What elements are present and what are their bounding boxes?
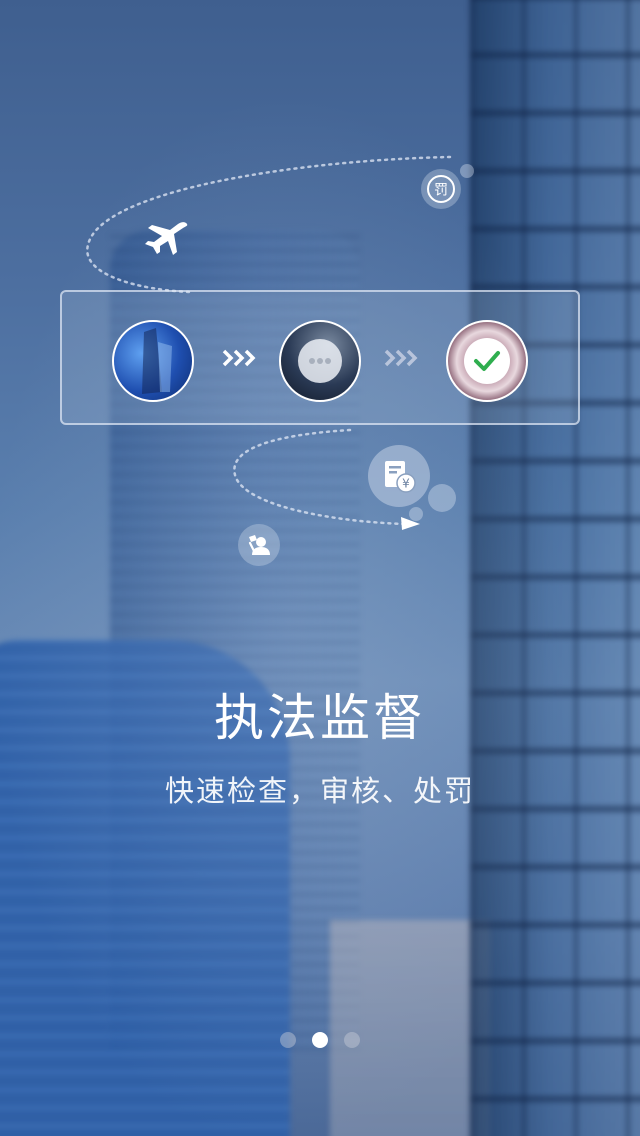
step-processing-dots-icon	[279, 320, 361, 402]
decor-dot	[460, 164, 474, 178]
page-dot-3[interactable]	[344, 1032, 360, 1048]
page-dot-2-active[interactable]	[312, 1032, 328, 1048]
decor-dot	[428, 484, 456, 512]
processing-bubble	[298, 339, 342, 383]
step-approved-check-icon	[446, 320, 528, 402]
onboarding-subtitle: 快速检查，审核、处罚	[164, 774, 475, 808]
check-badge	[464, 338, 510, 384]
orbit-paths	[86, 155, 452, 530]
step-building-photo-icon	[112, 320, 194, 402]
officer-user-icon	[238, 524, 280, 566]
penalty-badge-icon: 罚	[421, 169, 461, 209]
process-flow-panel	[60, 290, 580, 425]
svg-text:罚: 罚	[434, 183, 448, 199]
triple-chevron-icon	[222, 348, 258, 374]
airplane-icon	[143, 216, 189, 256]
page-indicator[interactable]	[0, 1032, 640, 1048]
onboarding-title: 执法监督	[214, 689, 426, 747]
fine-document-icon: ¥	[368, 445, 430, 507]
triple-chevron-icon	[384, 348, 420, 374]
onboarding-screen: 罚 ¥ 执法监督 快速检查，审核、处罚	[0, 0, 640, 1136]
decor-dot	[409, 507, 423, 521]
svg-text:¥: ¥	[402, 477, 410, 491]
page-dot-1[interactable]	[280, 1032, 296, 1048]
